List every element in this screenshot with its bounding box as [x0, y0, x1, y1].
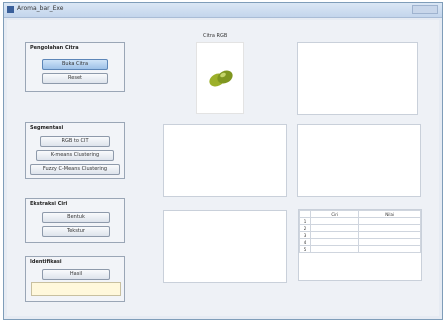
feature-panel: Ekstraksi Ciri Bentuk Tekstur — [25, 198, 125, 243]
rgb-image — [196, 42, 244, 114]
image-axes-4 — [163, 210, 287, 283]
main-area: Pengolahan Citra Buka Citra Reset Segmen… — [7, 20, 439, 316]
table-row: 5 — [299, 245, 421, 253]
header-cell: Ciri — [309, 210, 360, 218]
identify-panel: Identifikasi Hasil — [25, 256, 125, 302]
header-cell: Nilai — [358, 210, 421, 218]
table-cell — [309, 238, 360, 246]
row-index: 1 — [299, 217, 311, 225]
title-bar: Aroma_bar_Exe — [4, 3, 442, 18]
table-cell — [358, 231, 421, 239]
row-index: 2 — [299, 224, 311, 232]
feature-title: Ekstraksi Ciri — [30, 201, 68, 207]
preprocessing-panel: Pengolahan Citra Buka Citra Reset — [25, 42, 125, 92]
fuzzy-cmeans-button[interactable]: Fuzzy C-Means Clustering — [30, 164, 120, 175]
table-row: 1 — [299, 217, 421, 225]
app-window: Aroma_bar_Exe Pengolahan Citra Buka Citr… — [3, 2, 443, 320]
row-index: 5 — [299, 245, 311, 253]
feature-table: Ciri Nilai 1 2 3 4 5 — [298, 209, 422, 281]
table-cell — [358, 224, 421, 232]
reset-button[interactable]: Reset — [42, 73, 108, 84]
row-index: 4 — [299, 238, 311, 246]
window-controls[interactable] — [412, 5, 438, 14]
result-field — [31, 282, 121, 296]
table-cell — [309, 217, 360, 225]
table-cell — [309, 245, 360, 253]
open-image-button[interactable]: Buka Citra — [42, 59, 108, 70]
image-axes-1 — [297, 42, 418, 115]
table-row: 3 — [299, 231, 421, 239]
table-cell — [309, 231, 360, 239]
result-button[interactable]: Hasil — [42, 269, 110, 280]
grain-image — [209, 70, 233, 87]
header-cell — [299, 210, 311, 218]
segmentation-title: Segmentasi — [30, 125, 64, 131]
preprocessing-title: Pengolahan Citra — [30, 45, 79, 51]
rgb-convert-button[interactable]: RGB to CIT — [40, 136, 110, 147]
table-cell — [358, 245, 421, 253]
table-cell — [358, 238, 421, 246]
texture-button[interactable]: Tekstur — [42, 226, 110, 237]
shape-button[interactable]: Bentuk — [42, 212, 110, 223]
identify-title: Identifikasi — [30, 259, 62, 265]
segmentation-panel: Segmentasi RGB to CIT K-means Clustering… — [25, 122, 125, 179]
table-cell — [358, 217, 421, 225]
window-title: Aroma_bar_Exe — [17, 5, 64, 12]
table-row: 4 — [299, 238, 421, 246]
kmeans-button[interactable]: K-means Clustering — [36, 150, 114, 161]
table-row: 2 — [299, 224, 421, 232]
app-icon — [7, 6, 14, 13]
rgb-image-label: Citra RGB — [203, 33, 228, 39]
table-cell — [309, 224, 360, 232]
row-index: 3 — [299, 231, 311, 239]
image-axes-2 — [163, 124, 287, 197]
table-header-row: Ciri Nilai — [299, 210, 421, 218]
image-axes-3 — [297, 124, 421, 197]
